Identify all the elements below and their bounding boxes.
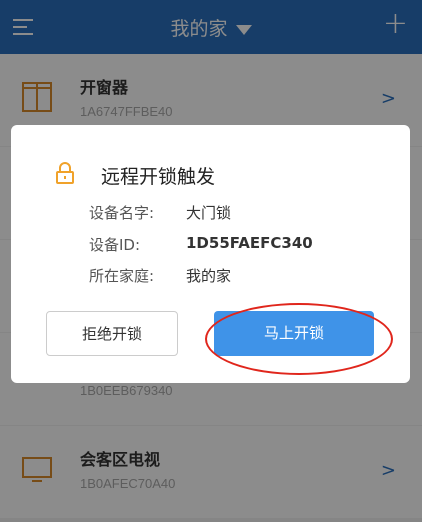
device-id-label: 设备ID:	[89, 236, 141, 254]
device-id-value: 1D55FAEFC340	[186, 234, 313, 252]
device-name-value: 大门锁	[186, 204, 232, 222]
device-name-row: 设备名字: 大门锁	[89, 202, 231, 223]
home-label: 所在家庭:	[89, 267, 155, 285]
home-value: 我的家	[186, 267, 232, 285]
dialog-title: 远程开锁触发	[101, 166, 216, 188]
unlock-dialog: 远程开锁触发 设备名字: 大门锁 设备ID: 1D55FAEFC340 所在家庭…	[11, 125, 410, 383]
lock-icon	[56, 162, 74, 184]
device-name-label: 设备名字:	[89, 204, 155, 222]
highlight-annotation	[205, 303, 393, 375]
reject-unlock-button[interactable]: 拒绝开锁	[46, 311, 178, 356]
home-row: 所在家庭: 我的家	[89, 265, 231, 286]
device-id-row: 设备ID: 1D55FAEFC340	[89, 234, 313, 255]
